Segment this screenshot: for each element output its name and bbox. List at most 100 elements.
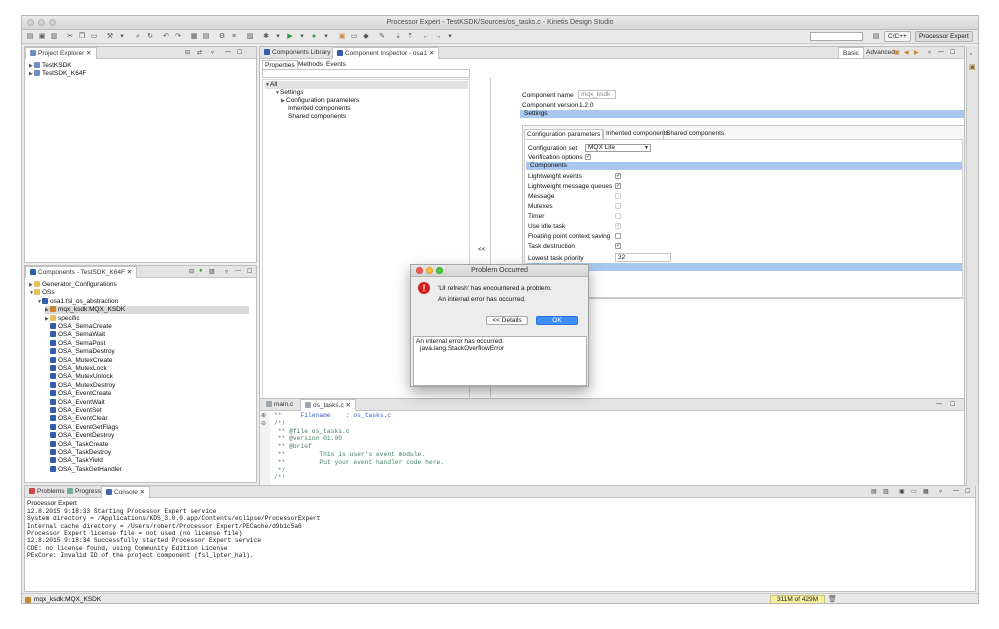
debug-dropdown-icon[interactable]: ▾ [274, 33, 282, 41]
details-text-area[interactable]: An internal error has occurred. java.lan… [413, 336, 587, 386]
collapse-all-icon[interactable]: ⊟ [189, 268, 194, 275]
component-tree-item[interactable]: ▶ specific [45, 314, 80, 323]
view-menu-icon[interactable]: ▿ [225, 268, 228, 275]
component-tree-item[interactable]: OSA_EventSet [45, 407, 102, 415]
debug-icon[interactable]: ✱ [262, 33, 270, 41]
next-annotation-icon[interactable]: ⇣ [394, 33, 402, 41]
component-tree-item[interactable]: ▼ OSs [29, 289, 55, 297]
minimize-view-icon[interactable]: — [953, 488, 959, 494]
dialog-zoom-button[interactable] [436, 267, 443, 274]
tree-item-shared-components[interactable]: Shared components [288, 113, 346, 121]
subtab-events[interactable]: Events [324, 60, 348, 69]
minimize-view-icon[interactable]: — [936, 401, 942, 407]
new-icon[interactable]: ▤ [26, 33, 34, 41]
minimize-view-icon[interactable]: — [938, 49, 944, 55]
component-tree-item[interactable]: OSA_TaskCreate [45, 440, 108, 449]
print-icon[interactable]: ▥ [50, 33, 58, 41]
clear-console-icon[interactable]: ▤ [871, 488, 877, 495]
verification-options-checkbox[interactable]: ✓ [585, 154, 591, 160]
project-tree-item[interactable]: ▶ TestSDK_K64F [29, 70, 86, 78]
project-tree-item[interactable]: ▶ TestKSDK [29, 62, 72, 70]
cut-icon[interactable]: ✂ [66, 33, 74, 41]
option-checkbox[interactable]: ✓ [615, 173, 621, 179]
configuration-set-select[interactable]: MQX Lite ▼ [585, 144, 651, 152]
component-tree-item[interactable]: OSA_SemaCreate [45, 323, 112, 331]
pin-icon[interactable]: ✎ [378, 33, 386, 41]
component-tree-item[interactable]: OSA_MutexUnlock [45, 373, 113, 381]
tab-os-tasks-c[interactable]: os_tasks.c ✕ [300, 399, 356, 411]
minimize-view-icon[interactable]: — [225, 49, 231, 55]
tab-main-c[interactable]: main.c [262, 399, 297, 411]
tasks-icon[interactable]: ▣ [969, 63, 976, 71]
restore-icon[interactable]: ▫ [970, 52, 972, 58]
sliders-icon[interactable]: ≡ [230, 33, 238, 41]
subtab-properties[interactable]: Properties [262, 60, 298, 69]
component-tree-item[interactable]: ▶ Generator_Configurations [29, 281, 117, 289]
garbage-collect-icon[interactable]: 🗑 [828, 595, 837, 603]
component-tree-item[interactable]: OSA_TaskDestroy [45, 449, 111, 457]
maximize-view-icon[interactable]: ☐ [965, 488, 970, 495]
dialog-close-button[interactable] [416, 267, 423, 274]
open-console-icon[interactable]: ▦ [923, 488, 929, 495]
lowest-task-priority-input[interactable]: 32 [615, 253, 671, 262]
perspective-pe-button[interactable]: Processor Expert [915, 31, 973, 42]
tab-component-inspector[interactable]: Component Inspector - osa1 ✕ [332, 47, 440, 59]
tab-problems[interactable]: Problems [25, 486, 68, 498]
pin-console-icon[interactable]: ▣ [899, 488, 905, 495]
option-checkbox[interactable]: ✓ [615, 243, 621, 249]
view-menu-icon[interactable]: ▿ [939, 488, 942, 495]
component-tree-item[interactable]: OSA_EventDestroy [45, 432, 114, 440]
fold-icon[interactable]: ⊕ [261, 412, 266, 419]
run-dropdown-icon[interactable]: ▾ [298, 33, 306, 41]
grid-icon[interactable]: ▦ [190, 33, 198, 41]
collapse-all-icon[interactable]: ⊟ [185, 49, 190, 56]
previous-annotation-icon[interactable]: ⇡ [406, 33, 414, 41]
undo-icon[interactable]: ↶ [162, 33, 170, 41]
open-type-icon[interactable]: ◆ [362, 33, 370, 41]
run-icon[interactable]: ▶ [286, 33, 294, 41]
forward-icon[interactable]: → [434, 33, 442, 41]
back-icon[interactable]: ← [422, 33, 430, 41]
option-checkbox[interactable]: ✓ [615, 183, 621, 189]
details-button[interactable]: << Details [486, 316, 528, 325]
refactor-icon[interactable]: ↻ [146, 33, 154, 41]
component-tree-item[interactable]: ▼ osa1:fsl_os_abstraction [37, 297, 118, 306]
inspector-filter-input[interactable] [262, 69, 470, 78]
subtab-methods[interactable]: Methods [296, 60, 325, 69]
component-tree-item[interactable]: OSA_TaskGetHandler [45, 465, 122, 474]
dialog-minimize-button[interactable] [426, 267, 433, 274]
collapse-tree-button[interactable]: << [478, 246, 486, 253]
table-icon[interactable]: ▤ [202, 33, 210, 41]
minimize-view-icon[interactable]: — [235, 268, 241, 274]
paste-icon[interactable]: ▭ [90, 33, 98, 41]
tree-item-inherited-components[interactable]: Inherited components [288, 105, 351, 113]
external-tools-icon[interactable]: ● [310, 33, 318, 41]
maximize-view-icon[interactable]: ☐ [950, 401, 955, 408]
forward-icon[interactable]: ▶ [914, 49, 919, 56]
build-dropdown-icon[interactable]: ▾ [118, 33, 126, 41]
component-tree-item[interactable]: OSA_MutexLock [45, 365, 107, 373]
component-tree-item[interactable]: ▶ mqx_ksdk:MQX_KSDK [45, 306, 249, 315]
component-tree-item[interactable]: OSA_MutexCreate [45, 356, 113, 365]
fold-icon[interactable]: ⊖ [261, 420, 266, 427]
build-icon[interactable]: ⚒ [106, 33, 114, 41]
tab-components-library[interactable]: Components Library [260, 47, 335, 59]
tree-item-configuration-parameters[interactable]: ▶Configuration parameters [281, 97, 359, 105]
quick-access-input[interactable] [810, 32, 863, 41]
scroll-lock-icon[interactable]: ▥ [883, 488, 889, 495]
tab-configuration-parameters[interactable]: Configuration parameters [524, 129, 604, 139]
tab-project-explorer[interactable]: Project Explorer ✕ [25, 47, 97, 59]
heap-status[interactable]: 311M of 429M [770, 595, 825, 603]
link-editor-icon[interactable]: ⇄ [197, 49, 202, 56]
component-tree-item[interactable]: OSA_EventCreate [45, 390, 111, 398]
open-perspective-icon[interactable]: ▤ [872, 33, 880, 41]
add-component-icon[interactable]: ● [199, 268, 203, 274]
tools-dropdown-icon[interactable]: ▾ [322, 33, 330, 41]
copy-icon[interactable]: ❐ [78, 33, 86, 41]
component-tree-item[interactable]: OSA_SemaWait [45, 331, 105, 339]
ok-button[interactable]: OK [536, 316, 578, 325]
mode-basic-button[interactable]: Basic [838, 47, 864, 59]
tab-shared-components[interactable]: Shared components [663, 129, 726, 139]
tree-item-all[interactable]: ▼All [265, 81, 468, 89]
back-icon[interactable]: ◀ [904, 49, 909, 56]
